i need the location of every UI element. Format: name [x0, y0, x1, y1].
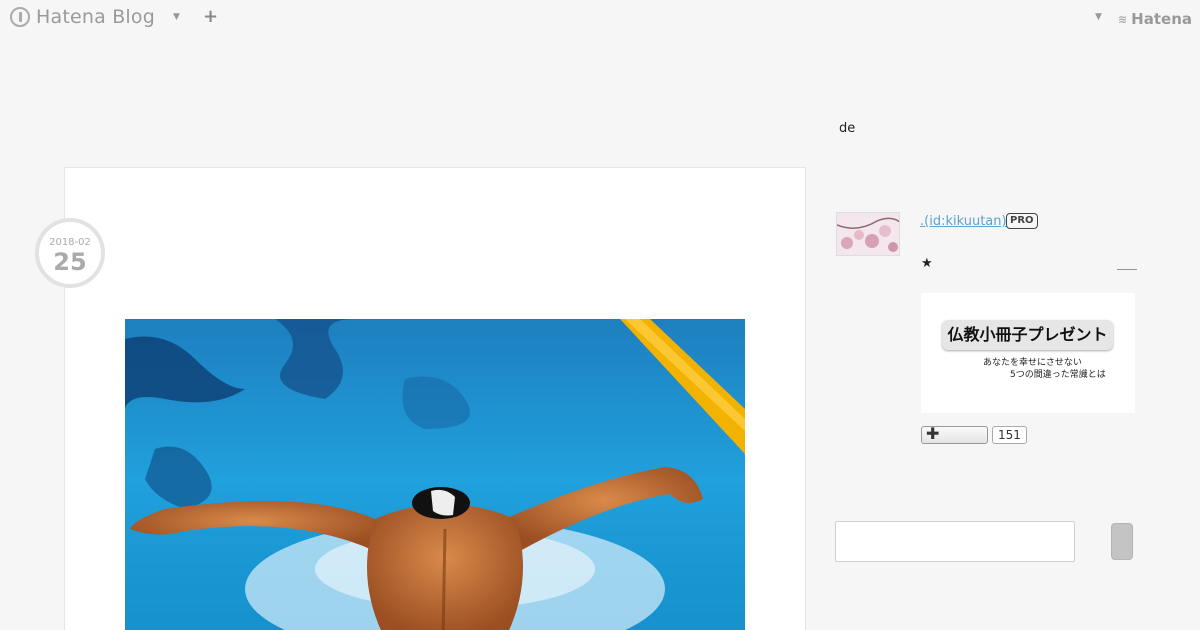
logo-text: Hatena Blog [36, 6, 155, 28]
follow-button[interactable]: ✚ [921, 424, 988, 444]
top-bar: Hatena Blog ▼ + ▼ ≋ Hatena [0, 0, 1200, 38]
hatena-mark-icon: ≋ [1117, 12, 1128, 26]
swimmer-butterfly-image [125, 319, 745, 630]
booklet-banner[interactable]: 仏教小冊子プレゼント あなたを幸せにさせない 5つの間違った常識とは [921, 293, 1135, 413]
profile-small-link[interactable] [1117, 268, 1137, 270]
banner-line2: 5つの間違った常識とは [1010, 370, 1106, 380]
plus-icon[interactable]: + [203, 6, 218, 27]
star-icon[interactable]: ★ [921, 256, 933, 271]
date-badge[interactable]: 2018-02 25 [35, 218, 105, 288]
plus-icon: ✚ [926, 424, 940, 443]
hatena-brand-link[interactable]: ≋ Hatena [1118, 10, 1192, 28]
hatena-blog-logo-icon [10, 7, 30, 27]
author-avatar[interactable] [836, 212, 900, 256]
date-day: 25 [53, 248, 87, 276]
pro-badge: PRO [1006, 213, 1038, 229]
caret-down-icon[interactable]: ▼ [173, 12, 180, 22]
hatena-brand-text: Hatena [1131, 10, 1192, 28]
search-button[interactable] [1111, 523, 1133, 560]
banner-title: 仏教小冊子プレゼント [942, 320, 1113, 350]
follower-count: 151 [992, 426, 1027, 444]
caret-down-icon[interactable]: ▼ [1095, 12, 1102, 22]
author-link[interactable]: .(id:kikuutan) [920, 214, 1007, 229]
hatena-blog-logo[interactable]: Hatena Blog [10, 6, 155, 28]
blog-description: de [839, 121, 856, 136]
search-input[interactable] [835, 521, 1075, 562]
